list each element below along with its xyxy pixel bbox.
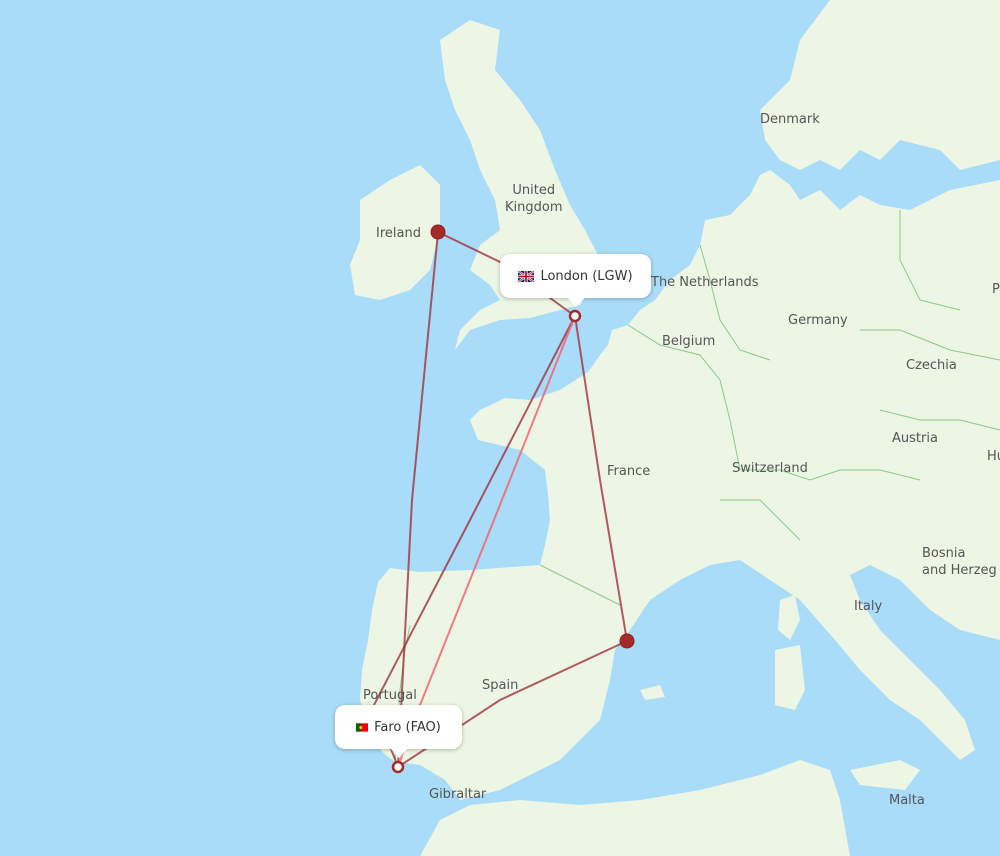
label-text: The Netherlands	[651, 275, 759, 290]
country-label-gibraltar: Gibraltar	[429, 786, 486, 803]
origin-airport-label: London (LGW)	[540, 268, 633, 284]
label-text: Belgium	[662, 334, 716, 349]
label-text: Switzerland	[732, 461, 808, 476]
airport-marker-valencia[interactable]	[619, 633, 635, 649]
country-label-united-kingdom: United Kingdom	[505, 182, 563, 216]
uk-flag-icon	[518, 270, 535, 282]
label-text: Ireland	[376, 226, 421, 241]
label-text: United Kingdom	[505, 183, 563, 215]
label-text: Spain	[482, 678, 519, 693]
label-text: Hu	[987, 449, 1000, 464]
label-text: Austria	[892, 431, 938, 446]
label-text: Portugal	[363, 688, 417, 703]
label-text: Italy	[854, 599, 883, 614]
origin-airport-marker[interactable]	[568, 309, 582, 323]
country-label-austria: Austria	[892, 430, 938, 447]
country-label-ireland: Ireland	[376, 225, 421, 242]
country-label-france: France	[607, 463, 650, 480]
route-map[interactable]	[0, 0, 1000, 856]
origin-airport-popup[interactable]: London (LGW)	[500, 254, 651, 307]
country-label-malta: Malta	[889, 792, 925, 809]
label-text: P	[992, 282, 1000, 297]
country-label-hungary-partial: Hu	[987, 448, 1000, 465]
label-text: Czechia	[906, 358, 957, 373]
destination-airport-marker[interactable]	[391, 760, 405, 774]
country-label-the-netherlands: The Netherlands	[651, 274, 759, 291]
label-text: Gibraltar	[429, 787, 487, 802]
country-label-denmark: Denmark	[760, 111, 820, 128]
portugal-flag-icon	[356, 722, 369, 732]
destination-airport-popup[interactable]: Faro (FAO)	[335, 705, 462, 758]
country-label-spain: Spain	[482, 677, 518, 694]
country-label-czechia: Czechia	[906, 357, 957, 374]
label-text: Bosnia and Herzeg	[922, 546, 997, 578]
country-label-belgium: Belgium	[662, 333, 715, 350]
country-label-portugal: Portugal	[363, 687, 417, 704]
country-label-italy: Italy	[854, 598, 882, 615]
label-text: Denmark	[760, 112, 820, 127]
country-label-poland-partial: P	[992, 281, 1000, 298]
airport-marker-dublin[interactable]	[430, 224, 446, 240]
label-text: Malta	[889, 793, 925, 808]
label-text: Germany	[788, 313, 848, 328]
country-label-germany: Germany	[788, 312, 848, 329]
country-label-bosnia: Bosnia and Herzeg	[922, 545, 997, 579]
destination-airport-label: Faro (FAO)	[374, 719, 441, 735]
country-label-switzerland: Switzerland	[732, 460, 808, 477]
label-text: France	[607, 464, 651, 479]
